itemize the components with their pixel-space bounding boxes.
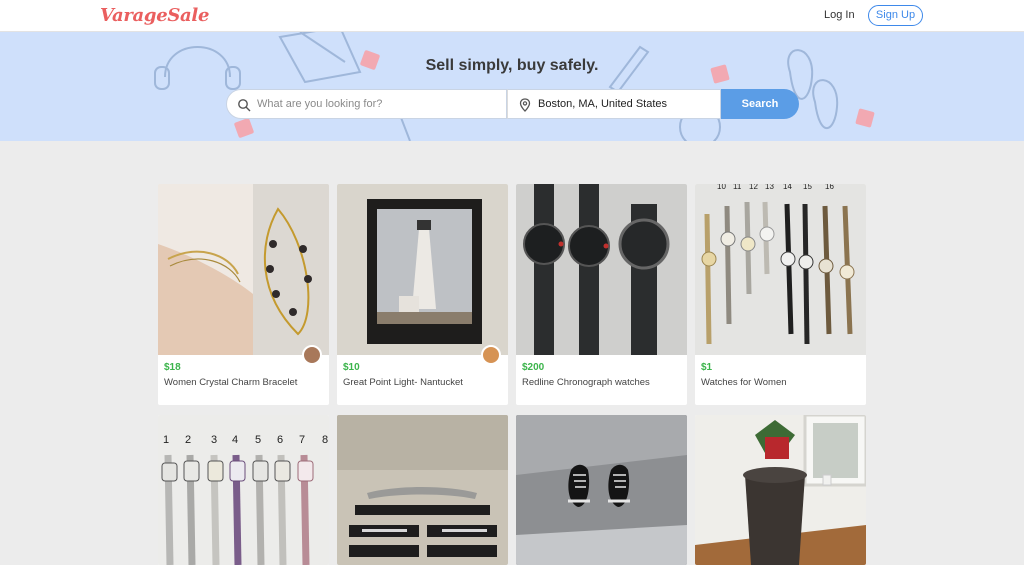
listing-card[interactable]: $18 Women Crystal Charm Bracelet bbox=[158, 184, 329, 405]
varagesale-logo[interactable]: VarageSale bbox=[100, 5, 209, 26]
listing-card[interactable] bbox=[516, 415, 687, 565]
seller-avatar[interactable] bbox=[481, 345, 501, 365]
location-input[interactable] bbox=[538, 90, 718, 118]
decorative-doodles bbox=[154, 32, 875, 141]
hero-banner: Sell simply, buy safely. Search bbox=[0, 32, 1024, 141]
watch-number-label: 12 bbox=[749, 184, 758, 191]
watch-number-label: 13 bbox=[765, 184, 774, 191]
listing-photo-lighthouse bbox=[337, 184, 508, 355]
watch-number-label: 8 bbox=[322, 434, 328, 446]
listing-photo-watches-women: 10 11 12 13 14 15 16 bbox=[695, 184, 866, 355]
listing-card[interactable]: 10 11 12 13 14 15 16 $1 Watches for Wome… bbox=[695, 184, 866, 405]
listing-title: Redline Chronograph watches bbox=[522, 377, 650, 388]
listing-card[interactable]: $10 Great Point Light- Nantucket bbox=[337, 184, 508, 405]
search-input[interactable] bbox=[257, 90, 502, 118]
hero-tagline: Sell simply, buy safely. bbox=[425, 57, 599, 74]
seller-avatar[interactable] bbox=[302, 345, 322, 365]
listing-photo-bracelets bbox=[158, 184, 329, 355]
listing-photo-numbered-watches: 1 2 3 4 5 6 7 8 bbox=[158, 415, 329, 565]
watch-number-label: 10 bbox=[717, 184, 726, 191]
listing-card[interactable] bbox=[337, 415, 508, 565]
watch-number-label: 2 bbox=[185, 434, 191, 446]
search-bar: Search bbox=[226, 89, 799, 119]
watch-number-label: 11 bbox=[733, 184, 742, 191]
listing-photo-car-trim bbox=[337, 415, 508, 565]
watch-number-label: 7 bbox=[299, 434, 305, 446]
watch-number-label: 5 bbox=[255, 434, 261, 446]
signup-button[interactable]: Sign Up bbox=[868, 5, 923, 26]
listing-title: Watches for Women bbox=[701, 377, 787, 388]
listing-title: Great Point Light- Nantucket bbox=[343, 377, 463, 388]
listing-photo-chronographs bbox=[516, 184, 687, 355]
watch-number-label: 1 bbox=[163, 434, 169, 446]
watch-number-label: 4 bbox=[232, 434, 238, 446]
listing-photo-side-table bbox=[695, 415, 866, 565]
search-field[interactable] bbox=[226, 89, 507, 119]
listing-price: $10 bbox=[343, 362, 360, 373]
listing-photo-sneakers bbox=[516, 415, 687, 565]
watch-number-label: 14 bbox=[783, 184, 792, 191]
listing-card[interactable] bbox=[695, 415, 866, 565]
listing-price: $200 bbox=[522, 362, 545, 373]
location-field[interactable] bbox=[507, 89, 721, 119]
listing-title: Women Crystal Charm Bracelet bbox=[164, 377, 298, 388]
watch-number-label: 6 bbox=[277, 434, 283, 446]
listing-card[interactable]: 1 2 3 4 5 6 7 8 bbox=[158, 415, 329, 565]
location-pin-icon bbox=[519, 98, 531, 112]
watch-number-label: 16 bbox=[825, 184, 834, 191]
search-icon bbox=[238, 99, 251, 112]
search-button[interactable]: Search bbox=[721, 89, 799, 119]
login-link[interactable]: Log In bbox=[824, 9, 855, 21]
listing-price: $18 bbox=[164, 362, 181, 373]
watch-number-label: 15 bbox=[803, 184, 812, 191]
listing-card[interactable]: $200 Redline Chronograph watches bbox=[516, 184, 687, 405]
listing-price: $1 bbox=[701, 362, 713, 373]
watch-number-label: 3 bbox=[211, 434, 217, 446]
top-navigation-bar: VarageSale Log In Sign Up bbox=[0, 0, 1024, 32]
